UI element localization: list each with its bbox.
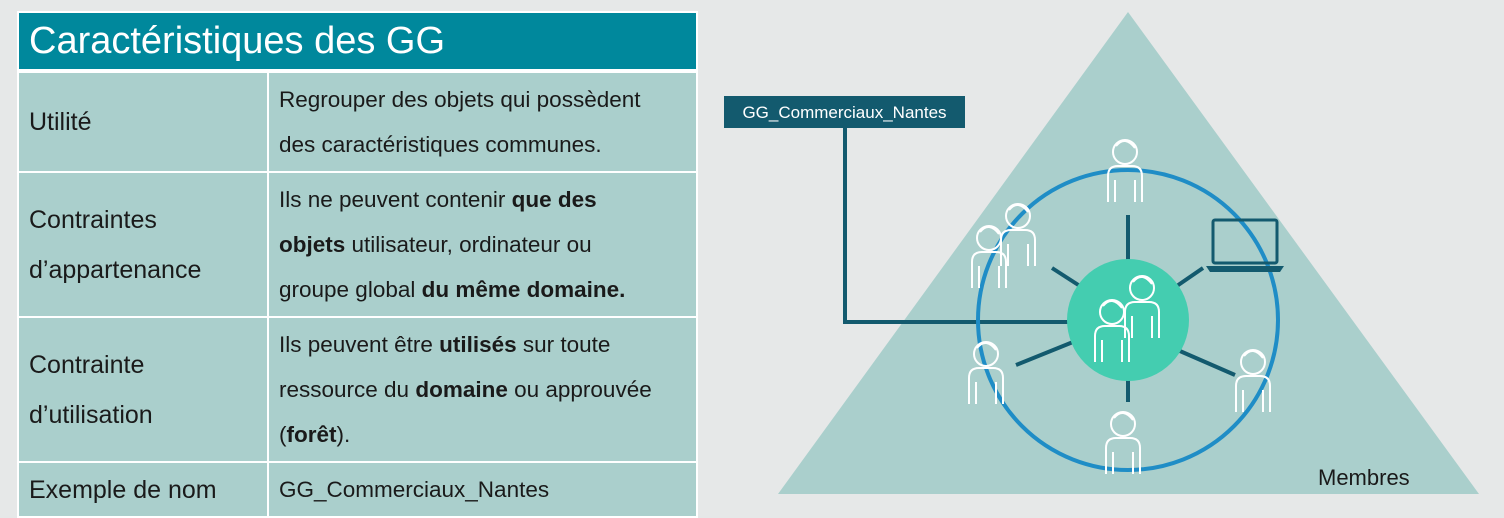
- members-label: Membres: [1318, 465, 1410, 490]
- group-membership-diagram: Membres GG_Commerciaux_Nantes: [724, 12, 1479, 494]
- group-label-text: GG_Commerciaux_Nantes: [742, 103, 946, 122]
- group-center-circle: [1067, 259, 1189, 381]
